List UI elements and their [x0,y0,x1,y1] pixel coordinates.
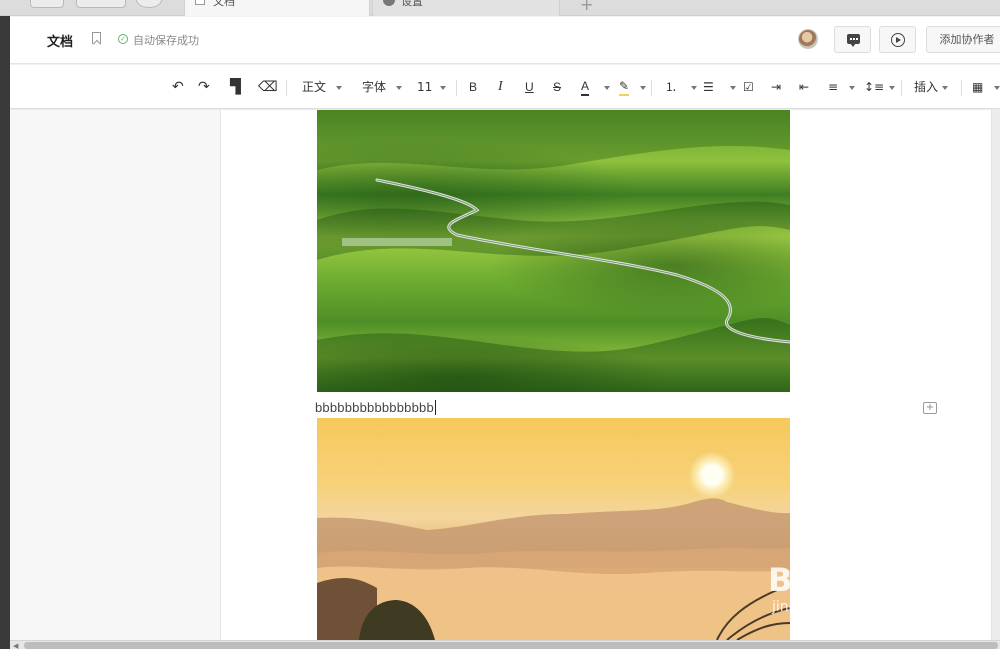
table-icon[interactable]: ▦ [972,77,983,97]
app-window: 文档 设置 + 文档 ✓ 自动保存成功 添加协作者 ↶ ↷ ▜ ⌫ 正文 字体 … [0,0,1000,649]
text-cursor [434,400,436,415]
green-hills-image[interactable] [317,110,790,392]
format-painter-icon[interactable]: ▜ [230,77,241,97]
chevron-down-icon[interactable] [640,86,646,90]
paragraph-text: bbbbbbbbbbbbbbbb [315,400,434,415]
scrollbar-thumb[interactable] [24,642,998,649]
italic-button[interactable]: I [498,77,503,97]
document-paragraph[interactable]: bbbbbbbbbbbbbbbb [315,400,436,415]
page-gutter [10,110,220,640]
history-nav-buttons[interactable] [76,0,126,8]
new-tab-icon[interactable]: + [580,0,593,14]
paragraph-style-label: 正文 [302,80,327,94]
toolbar-divider [901,80,902,96]
left-window-edge [0,16,10,649]
comment-button[interactable] [834,26,871,53]
indent-increase-icon[interactable]: ⇥ [771,77,781,97]
browser-tab-strip: 文档 设置 + [0,0,1000,16]
chevron-down-icon[interactable] [730,86,736,90]
chevron-down-icon [942,85,949,90]
chevron-down-icon[interactable] [604,86,610,90]
toolbar-divider [286,80,287,96]
tab-document[interactable]: 文档 [184,0,370,16]
right-gutter [992,110,1000,640]
document-icon [195,0,205,5]
save-status: 自动保存成功 [133,34,199,47]
tab-settings[interactable]: 设置 [372,0,560,16]
check-circle-icon: ✓ [118,34,128,44]
add-collaborator-button[interactable]: 添加协作者 [926,26,1000,53]
format-toolbar: ↶ ↷ ▜ ⌫ 正文 字体 11 B I U S A ✎ ⒈ ☰ ☑ ⇥ ⇤ ≡… [10,65,1000,109]
chevron-down-icon [440,85,447,90]
chevron-down-icon [396,85,403,90]
underline-button[interactable]: U [525,77,534,97]
ordered-list-icon[interactable]: ⒈ [665,77,677,97]
toolbar-divider [651,80,652,96]
font-size-label: 11 [417,80,433,94]
chevron-down-icon[interactable] [994,86,1000,90]
scroll-left-icon[interactable]: ◀ [13,642,18,649]
insert-dropdown[interactable]: 插入 [914,77,949,97]
chevron-down-icon[interactable] [849,86,855,90]
horizontal-scrollbar[interactable]: ◀ [10,640,1000,649]
comment-bubble-icon [847,34,860,47]
font-color-button[interactable]: A [581,78,590,96]
redo-icon[interactable]: ↷ [198,77,210,97]
play-circle-icon [891,33,905,47]
toolbar-divider [456,80,457,96]
tab-document-label: 文档 [213,0,235,8]
insert-label: 插入 [914,80,939,94]
watermark-brand: Baidu经验 [768,561,942,599]
sidebar-toggle-button[interactable] [30,0,64,8]
line-spacing-icon[interactable]: ↕≡ [864,77,884,97]
green-hills-drawing [317,110,790,392]
font-family-dropdown[interactable]: 字体 [362,77,403,97]
avatar[interactable] [798,29,818,49]
strikethrough-button[interactable]: S [553,77,561,97]
document-header: 文档 ✓ 自动保存成功 添加协作者 [10,17,1000,64]
font-family-label: 字体 [362,80,387,94]
bold-button[interactable]: B [469,77,477,97]
document-title: 文档 [47,35,74,50]
sunrise-mountains-image[interactable] [317,418,790,640]
align-left-icon[interactable]: ≡ [828,77,838,97]
bullet-list-icon[interactable]: ☰ [703,77,714,97]
checklist-icon[interactable]: ☑ [743,77,754,97]
add-comment-icon[interactable]: + [923,402,937,414]
chevron-down-icon [336,85,343,90]
indent-decrease-icon[interactable]: ⇤ [799,77,809,97]
highlight-pen-icon[interactable]: ✎ [619,78,630,96]
sunrise-mountains-drawing [317,498,790,640]
refresh-button[interactable] [136,0,162,8]
eraser-icon[interactable]: ⌫ [258,77,278,97]
paragraph-style-dropdown[interactable]: 正文 [302,77,343,97]
baidu-watermark: Baidu经验 jingyan.baidu.com [768,555,942,615]
chevron-down-icon[interactable] [889,86,895,90]
font-size-dropdown[interactable]: 11 [417,77,447,97]
watermark-url: jingyan.baidu.com [772,599,902,615]
settings-icon [383,0,395,6]
toolbar-divider [961,80,962,96]
present-button[interactable] [879,26,916,53]
undo-icon[interactable]: ↶ [172,77,184,97]
chevron-down-icon[interactable] [691,86,697,90]
bookmark-icon[interactable] [92,32,101,44]
tab-settings-label: 设置 [401,0,423,8]
